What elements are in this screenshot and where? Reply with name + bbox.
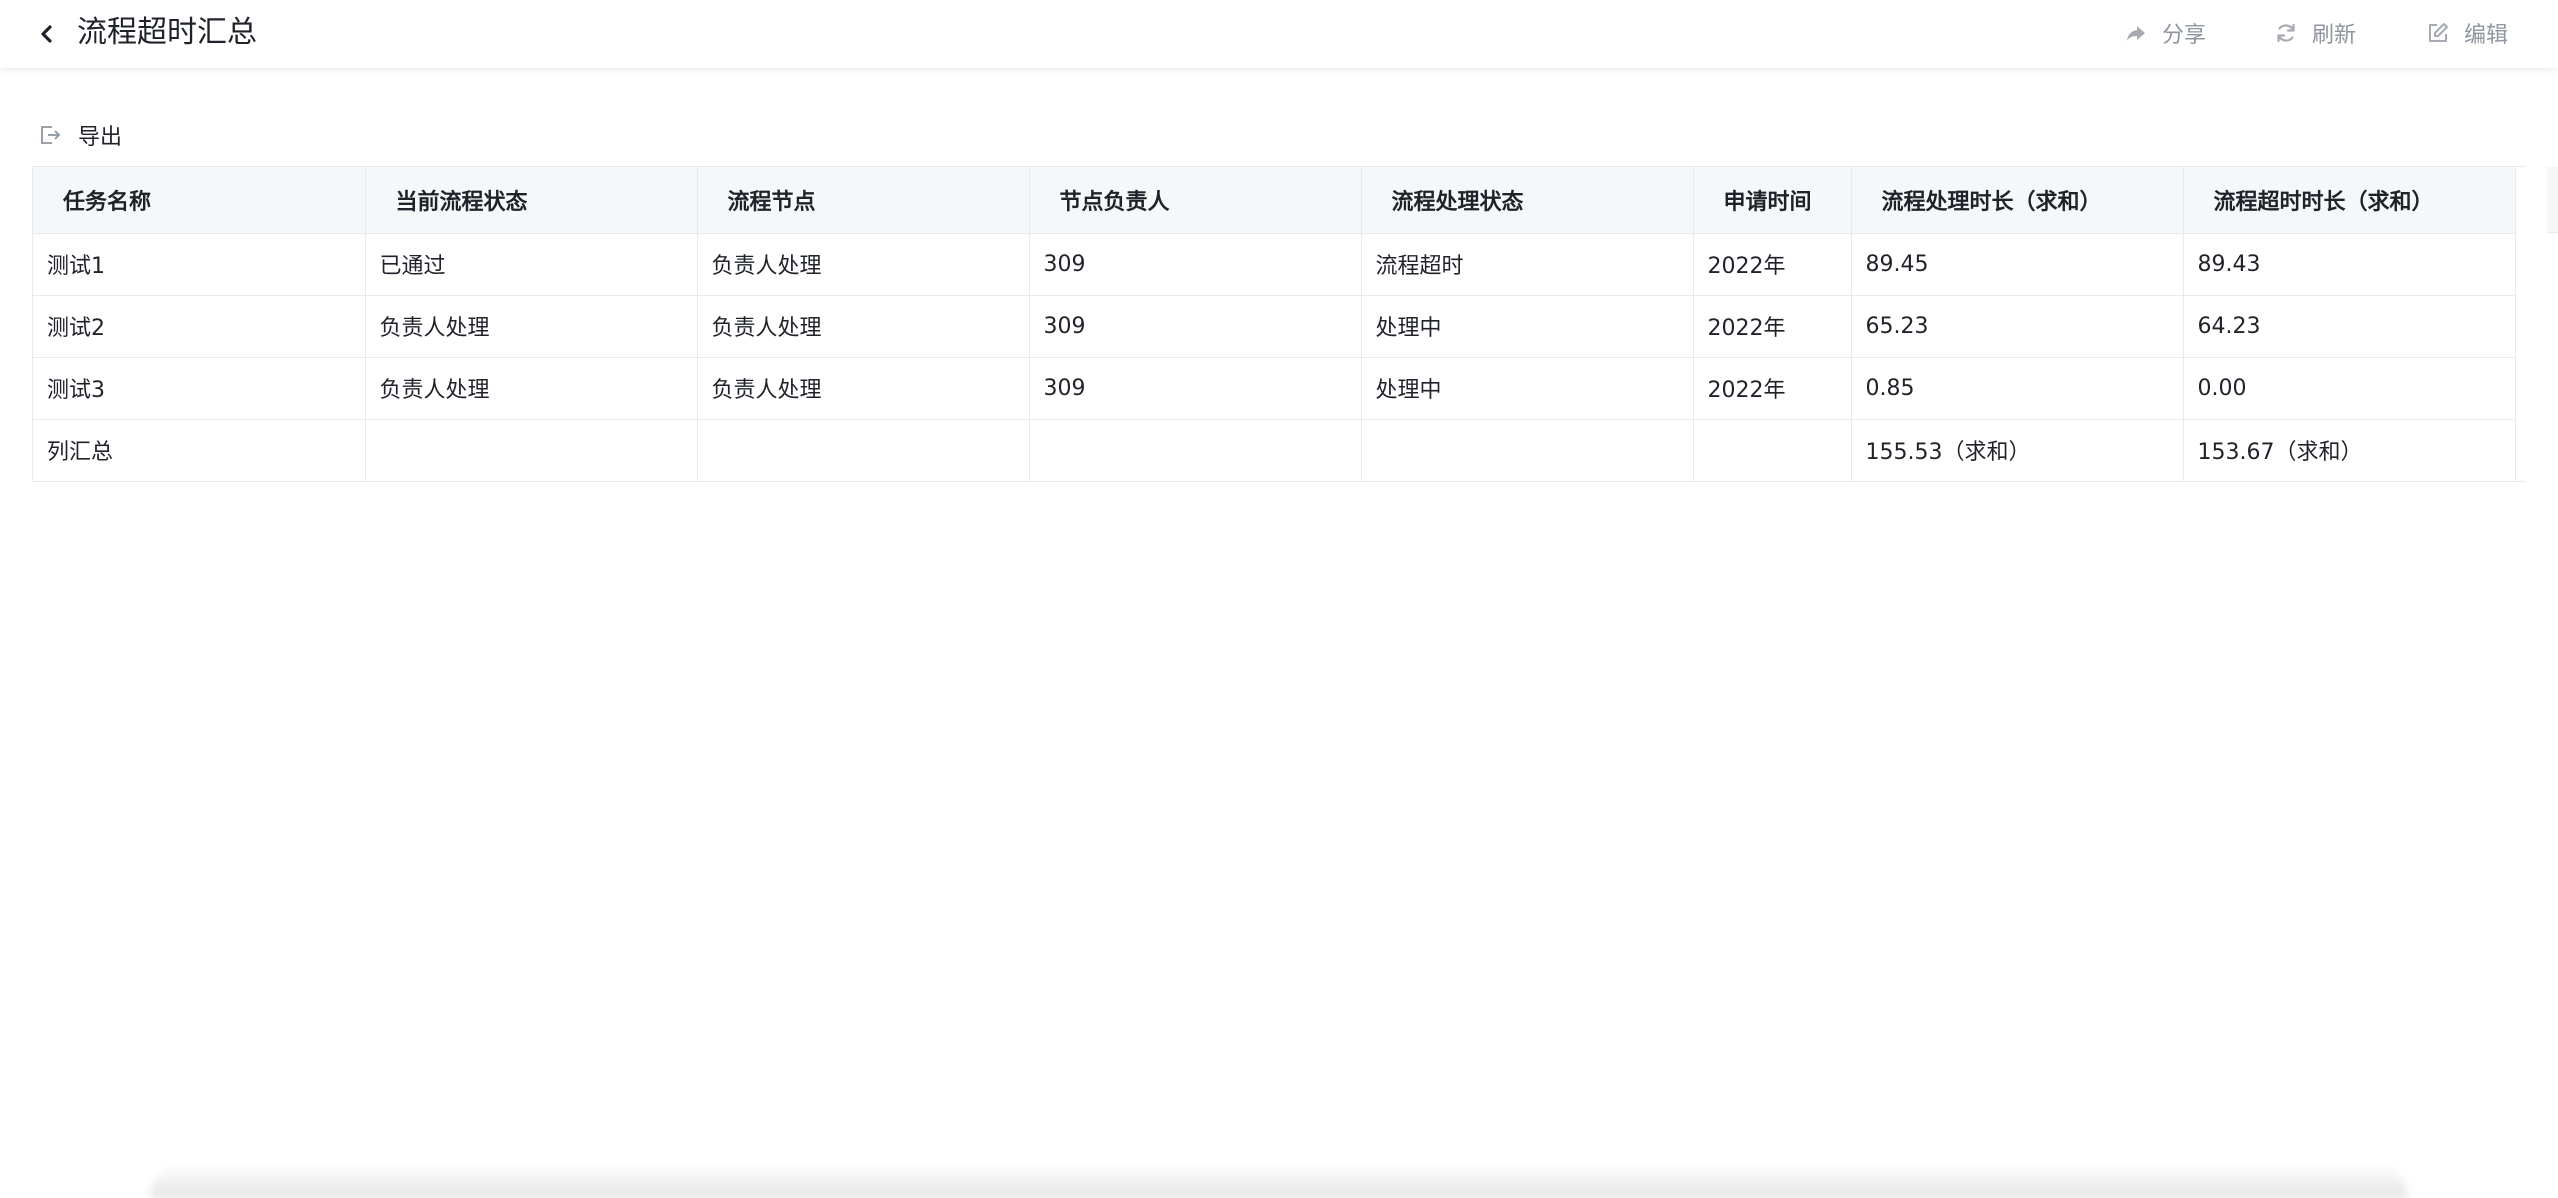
top-header: 流程超时汇总 分享 刷新 编辑 bbox=[0, 0, 2558, 68]
refresh-icon bbox=[2274, 21, 2298, 45]
table-cell: 已通过 bbox=[365, 233, 698, 296]
data-table: 任务名称 当前流程状态 流程节点 节点负责人 流程处理状态 申请时间 流程处理时… bbox=[33, 167, 2516, 482]
table-cell: 负责人处理 bbox=[697, 295, 1030, 358]
column-header[interactable]: 当前流程状态 bbox=[365, 167, 698, 234]
export-label: 导出 bbox=[78, 125, 123, 150]
table-cell: 测试2 bbox=[33, 295, 366, 358]
summary-table: 任务名称 当前流程状态 流程节点 节点负责人 流程处理状态 申请时间 流程处理时… bbox=[32, 166, 2558, 482]
table-cell: 89.45 bbox=[1851, 233, 2184, 296]
table-cell: 测试1 bbox=[33, 233, 366, 296]
table-cell: 65.23 bbox=[1851, 295, 2184, 358]
column-header[interactable]: 任务名称 bbox=[33, 167, 366, 234]
edit-label: 编辑 bbox=[2464, 23, 2509, 48]
table-scrollbar-gutter bbox=[2547, 167, 2558, 233]
table-cell: 负责人处理 bbox=[365, 357, 698, 420]
table-cell: 负责人处理 bbox=[697, 233, 1030, 296]
refresh-label: 刷新 bbox=[2312, 23, 2357, 48]
table-cell: 负责人处理 bbox=[697, 357, 1030, 420]
table-cell: 0.00 bbox=[2183, 357, 2516, 420]
table-cell: 64.23 bbox=[2183, 295, 2516, 358]
back-button[interactable] bbox=[30, 18, 62, 50]
share-button[interactable]: 分享 bbox=[2124, 16, 2206, 50]
column-header[interactable]: 流程处理状态 bbox=[1361, 167, 1694, 234]
summary-cell bbox=[365, 419, 698, 482]
summary-cell: 153.67（求和） bbox=[2183, 419, 2516, 482]
table-row: 测试3 负责人处理 负责人处理 309 处理中 2022年 0.85 0.00 bbox=[33, 357, 2516, 420]
column-header[interactable]: 申请时间 bbox=[1693, 167, 1852, 234]
summary-cell bbox=[1361, 419, 1694, 482]
export-icon bbox=[38, 123, 62, 147]
table-cell: 处理中 bbox=[1361, 357, 1694, 420]
table-cell: 309 bbox=[1029, 357, 1362, 420]
table-header-row: 任务名称 当前流程状态 流程节点 节点负责人 流程处理状态 申请时间 流程处理时… bbox=[33, 167, 2516, 234]
table-row: 测试1 已通过 负责人处理 309 流程超时 2022年 89.45 89.43 bbox=[33, 233, 2516, 296]
refresh-button[interactable]: 刷新 bbox=[2274, 16, 2356, 50]
table-cell: 负责人处理 bbox=[365, 295, 698, 358]
summary-cell bbox=[1029, 419, 1362, 482]
edit-button[interactable]: 编辑 bbox=[2426, 16, 2508, 50]
table-cell: 2022年 bbox=[1693, 295, 1852, 358]
share-arrow-icon bbox=[2124, 21, 2148, 45]
table-row: 测试2 负责人处理 负责人处理 309 处理中 2022年 65.23 64.2… bbox=[33, 295, 2516, 358]
table-cell: 309 bbox=[1029, 295, 1362, 358]
table-cell: 309 bbox=[1029, 233, 1362, 296]
table-cell: 2022年 bbox=[1693, 233, 1852, 296]
summary-cell: 列汇总 bbox=[33, 419, 366, 482]
summary-cell bbox=[1693, 419, 1852, 482]
table-cell: 89.43 bbox=[2183, 233, 2516, 296]
column-header[interactable]: 流程超时时长（求和） bbox=[2183, 167, 2516, 234]
edit-icon bbox=[2426, 21, 2450, 45]
bottom-shadow bbox=[150, 1164, 2408, 1198]
table-cell: 2022年 bbox=[1693, 357, 1852, 420]
page-title: 流程超时汇总 bbox=[77, 15, 257, 50]
summary-cell: 155.53（求和） bbox=[1851, 419, 2184, 482]
table-cell: 0.85 bbox=[1851, 357, 2184, 420]
table-cell: 测试3 bbox=[33, 357, 366, 420]
chevron-left-icon bbox=[30, 18, 62, 50]
column-header[interactable]: 节点负责人 bbox=[1029, 167, 1362, 234]
column-header[interactable]: 流程节点 bbox=[697, 167, 1030, 234]
export-button[interactable]: 导出 bbox=[38, 118, 122, 152]
summary-cell bbox=[697, 419, 1030, 482]
column-header[interactable]: 流程处理时长（求和） bbox=[1851, 167, 2184, 234]
table-cell: 处理中 bbox=[1361, 295, 1694, 358]
share-label: 分享 bbox=[2162, 23, 2207, 48]
table-cell: 流程超时 bbox=[1361, 233, 1694, 296]
summary-row: 列汇总 155.53（求和） 153.67（求和） bbox=[33, 419, 2516, 482]
